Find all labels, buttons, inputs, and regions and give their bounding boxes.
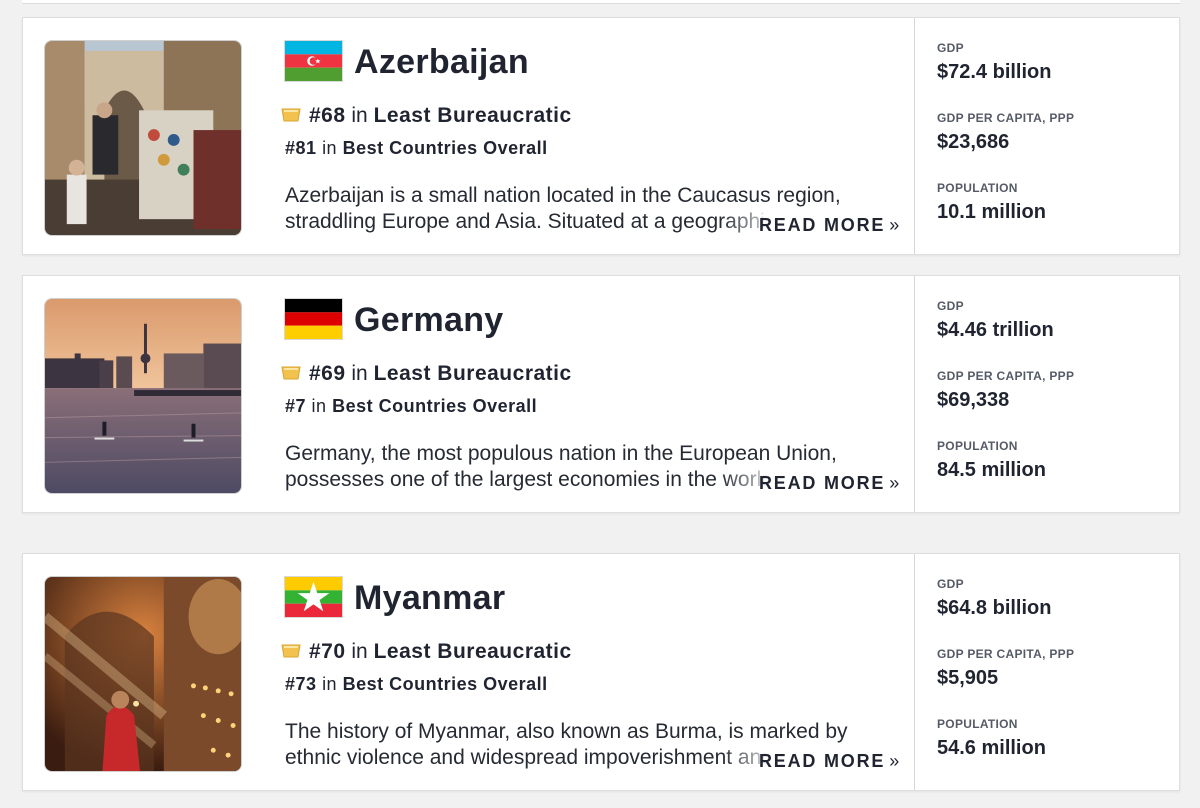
overall-in-text: in bbox=[322, 674, 338, 694]
country-card-germany[interactable]: Germany #69 in Least Bureaucratic #7 in … bbox=[22, 275, 1180, 513]
country-card-azerbaijan[interactable]: Azerbaijan #68 in Least Bureaucratic #81… bbox=[22, 17, 1180, 255]
rank-category[interactable]: Least Bureaucratic bbox=[374, 104, 572, 127]
gdp-per-capita-value: $5,905 bbox=[937, 667, 999, 689]
overall-category[interactable]: Best Countries Overall bbox=[332, 396, 537, 416]
overall-number: #7 bbox=[285, 396, 307, 416]
country-stats: GDP $72.4 billion GDP PER CAPITA, PPP $2… bbox=[914, 18, 1180, 254]
country-name[interactable]: Myanmar bbox=[354, 576, 505, 620]
description-line: The history of Myanmar, also known as Bu… bbox=[285, 720, 848, 743]
overall-category[interactable]: Best Countries Overall bbox=[343, 674, 548, 694]
overall-category[interactable]: Best Countries Overall bbox=[343, 138, 548, 158]
gdp-per-capita-value: $23,686 bbox=[937, 131, 1010, 153]
least-bureaucratic-rank: #70 in Least Bureaucratic bbox=[281, 637, 572, 667]
rank-in-text: in bbox=[351, 104, 368, 127]
overall-in-text: in bbox=[311, 396, 327, 416]
rank-number: #69 bbox=[309, 362, 346, 385]
gdp-label: GDP bbox=[937, 299, 964, 313]
population-value: 84.5 million bbox=[937, 459, 1046, 481]
chevron-right-icon: » bbox=[889, 751, 900, 771]
read-more-link[interactable]: READ MORE» bbox=[757, 748, 900, 774]
country-name[interactable]: Azerbaijan bbox=[354, 40, 529, 84]
least-bureaucratic-rank: #69 in Least Bureaucratic bbox=[281, 359, 572, 389]
gdp-per-capita-label: GDP PER CAPITA, PPP bbox=[937, 111, 1075, 125]
description-line: Germany, the most populous nation in the… bbox=[285, 442, 837, 465]
gdp-label: GDP bbox=[937, 41, 964, 55]
country-stats: GDP $64.8 billion GDP PER CAPITA, PPP $5… bbox=[914, 554, 1180, 790]
country-photo[interactable] bbox=[44, 298, 242, 494]
country-photo[interactable] bbox=[44, 576, 242, 772]
least-bureaucratic-rank: #68 in Least Bureaucratic bbox=[281, 101, 572, 131]
read-more-link[interactable]: READ MORE» bbox=[757, 212, 900, 238]
rank-number: #70 bbox=[309, 640, 346, 663]
gdp-label: GDP bbox=[937, 577, 964, 591]
country-name[interactable]: Germany bbox=[354, 298, 504, 342]
overall-rank: #73 in Best Countries Overall bbox=[285, 671, 548, 697]
read-more-link[interactable]: READ MORE» bbox=[757, 470, 900, 496]
population-value: 10.1 million bbox=[937, 201, 1046, 223]
overall-in-text: in bbox=[322, 138, 338, 158]
description-line: Azerbaijan is a small nation located in … bbox=[285, 184, 841, 207]
country-card-myanmar[interactable]: Myanmar #70 in Least Bureaucratic #73 in… bbox=[22, 553, 1180, 791]
overall-number: #73 bbox=[285, 674, 317, 694]
rank-category[interactable]: Least Bureaucratic bbox=[374, 362, 572, 385]
myanmar-flag-icon bbox=[284, 576, 343, 618]
rank-in-text: in bbox=[351, 362, 368, 385]
read-more-label: READ MORE bbox=[759, 215, 886, 235]
country-stats: GDP $4.46 trillion GDP PER CAPITA, PPP $… bbox=[914, 276, 1180, 512]
medal-icon bbox=[281, 365, 301, 381]
country-photo[interactable] bbox=[44, 40, 242, 236]
population-label: POPULATION bbox=[937, 181, 1018, 195]
rank-number: #68 bbox=[309, 104, 346, 127]
gdp-value: $64.8 billion bbox=[937, 597, 1052, 619]
read-more-label: READ MORE bbox=[759, 473, 886, 493]
rank-category[interactable]: Least Bureaucratic bbox=[374, 640, 572, 663]
gdp-value: $4.46 trillion bbox=[937, 319, 1054, 341]
previous-card-edge bbox=[22, 0, 1180, 4]
gdp-per-capita-label: GDP PER CAPITA, PPP bbox=[937, 369, 1075, 383]
overall-rank: #81 in Best Countries Overall bbox=[285, 135, 548, 161]
overall-number: #81 bbox=[285, 138, 317, 158]
gdp-value: $72.4 billion bbox=[937, 61, 1052, 83]
germany-flag-icon bbox=[284, 298, 343, 340]
overall-rank: #7 in Best Countries Overall bbox=[285, 393, 537, 419]
azerbaijan-flag-icon bbox=[284, 40, 343, 82]
chevron-right-icon: » bbox=[889, 215, 900, 235]
population-label: POPULATION bbox=[937, 717, 1018, 731]
population-value: 54.6 million bbox=[937, 737, 1046, 759]
population-label: POPULATION bbox=[937, 439, 1018, 453]
rank-in-text: in bbox=[351, 640, 368, 663]
medal-icon bbox=[281, 643, 301, 659]
gdp-per-capita-label: GDP PER CAPITA, PPP bbox=[937, 647, 1075, 661]
medal-icon bbox=[281, 107, 301, 123]
read-more-label: READ MORE bbox=[759, 751, 886, 771]
gdp-per-capita-value: $69,338 bbox=[937, 389, 1010, 411]
chevron-right-icon: » bbox=[889, 473, 900, 493]
